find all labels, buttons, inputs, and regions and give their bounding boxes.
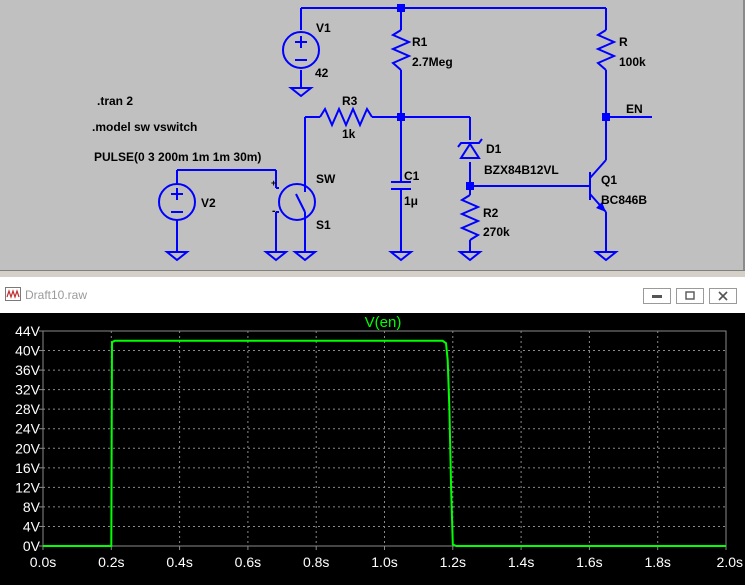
x-tick-label: 1.6s (576, 554, 602, 570)
waveform-titlebar[interactable]: Draft10.raw (0, 277, 745, 313)
en-net-label[interactable]: EN (626, 102, 643, 116)
x-tick-label: 1.0s (371, 554, 397, 570)
v1-name: V1 (316, 21, 331, 35)
y-tick-label: 28V (15, 401, 41, 417)
c1-name: C1 (404, 169, 420, 183)
y-tick-label: 36V (15, 362, 41, 378)
trace-title-v-en[interactable]: V(en) (365, 314, 402, 331)
restore-icon (685, 291, 695, 300)
v2-name: V2 (201, 196, 216, 210)
r-resistor[interactable] (595, 29, 617, 71)
y-tick-label: 44V (15, 323, 41, 339)
x-tick-label: 1.8s (644, 554, 670, 570)
r2-value: 270k (483, 225, 510, 239)
r2-name: R2 (483, 206, 499, 220)
minimize-icon (652, 295, 662, 298)
r3-name: R3 (342, 94, 358, 108)
waveform-svg: V(en) 0V4V8V12V16V20V24V28V32V36V40V44V … (15, 314, 743, 570)
x-tick-label: 0.4s (166, 554, 192, 570)
s1-name: S1 (316, 218, 331, 232)
q1-value: BC846B (601, 193, 647, 207)
v1-value: 42 (315, 66, 329, 80)
d1-name: D1 (486, 142, 502, 156)
v2-voltage-source[interactable] (158, 183, 196, 221)
svg-text:-: - (272, 205, 276, 217)
v1-voltage-source[interactable] (282, 31, 320, 69)
v2-pulse-spec[interactable]: PULSE(0 3 200m 1m 1m 30m) (94, 150, 261, 164)
x-tick-label: 2.0s (717, 554, 743, 570)
x-tick-label: 0.6s (235, 554, 261, 570)
y-tick-label: 0V (23, 538, 41, 554)
x-tick-label: 0.0s (30, 554, 56, 570)
y-tick-label: 40V (15, 343, 41, 359)
y-axis-ticks: 0V 4V 8V 12V 16V 20V 24V 28V 32V 36V 40V 44V (15, 323, 43, 554)
r1-resistor[interactable] (390, 29, 412, 71)
s1-model: SW (316, 172, 336, 186)
r3-value: 1k (342, 127, 356, 141)
window-title: Draft10.raw (25, 288, 88, 302)
directive-model[interactable]: .model sw vswitch (92, 120, 197, 134)
directive-tran[interactable]: .tran 2 (97, 94, 133, 108)
c1-value: 1μ (404, 194, 418, 208)
x-tick-label: 1.2s (440, 554, 466, 570)
x-tick-label: 0.8s (303, 554, 329, 570)
pane-splitter[interactable] (0, 270, 745, 277)
y-tick-label: 24V (15, 421, 41, 437)
y-tick-label: 12V (15, 479, 41, 495)
r2-resistor[interactable] (459, 194, 481, 241)
y-tick-label: 32V (15, 382, 41, 398)
minimize-button[interactable] (643, 288, 671, 304)
s1-voltage-switch[interactable]: + - (271, 178, 316, 222)
y-tick-label: 8V (23, 499, 41, 515)
svg-text:+: + (271, 178, 276, 188)
r-name: R (619, 35, 628, 49)
x-tick-label: 1.4s (508, 554, 534, 570)
close-icon (718, 291, 728, 301)
r-value: 100k (619, 55, 646, 69)
x-axis-ticks: 0.0s 0.2s 0.4s 0.6s 0.8s 1.0s 1.2s 1.4s 1.6s 1.8s… (30, 546, 743, 570)
r1-name: R1 (412, 35, 428, 49)
y-tick-label: 20V (15, 440, 41, 456)
restore-button[interactable] (676, 288, 704, 304)
r1-value: 2.7Meg (412, 55, 453, 69)
waveform-plot[interactable]: V(en) 0V 4V 8V 12V 16V 20V 24V 28V 32V 36V 40V 44V … (0, 313, 745, 585)
q1-name: Q1 (601, 173, 617, 187)
plot-frame (42, 330, 727, 547)
y-tick-label: 4V (23, 518, 41, 534)
schematic-canvas[interactable]: + - .tran 2 .model sw vswitch PULSE(0 3 … (0, 0, 745, 270)
schematic-drawing: + - .tran 2 .model sw vswitch PULSE(0 3 … (92, 4, 652, 262)
waveform-app-icon (5, 287, 21, 301)
d1-value: BZX84B12VL (484, 163, 559, 177)
r3-resistor[interactable] (319, 106, 373, 128)
grid-lines (43, 331, 726, 546)
y-tick-label: 16V (15, 460, 41, 476)
x-tick-label: 0.2s (98, 554, 124, 570)
waveform-window: Draft10.raw V(en) 0V 4V 8V 12V 16V 20V 24V 28V 3… (0, 277, 745, 585)
close-button[interactable] (709, 288, 737, 304)
d1-zener-diode[interactable] (457, 138, 483, 159)
